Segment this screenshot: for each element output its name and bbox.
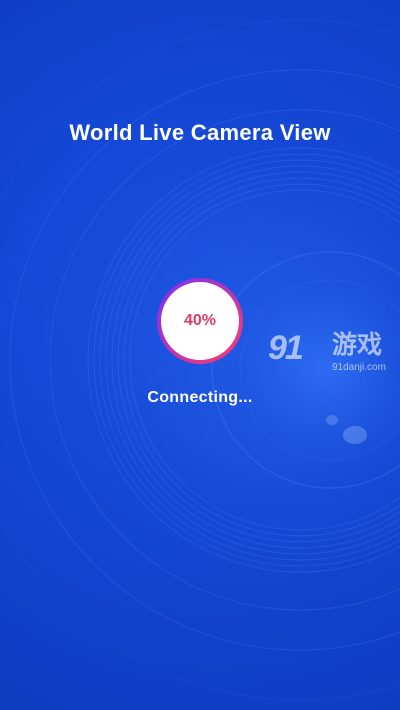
watermark-url: 91danji.com <box>332 362 386 373</box>
progress-percent: 40% <box>183 312 217 329</box>
progress-ring: 40% <box>155 276 245 366</box>
status-text: Connecting... <box>147 389 253 406</box>
watermark: 91 游戏 91danji.com <box>268 328 400 380</box>
watermark-logo: 91 <box>268 329 304 367</box>
watermark-name: 游戏 <box>332 331 383 359</box>
app-title: World Live Camera View <box>69 120 331 145</box>
